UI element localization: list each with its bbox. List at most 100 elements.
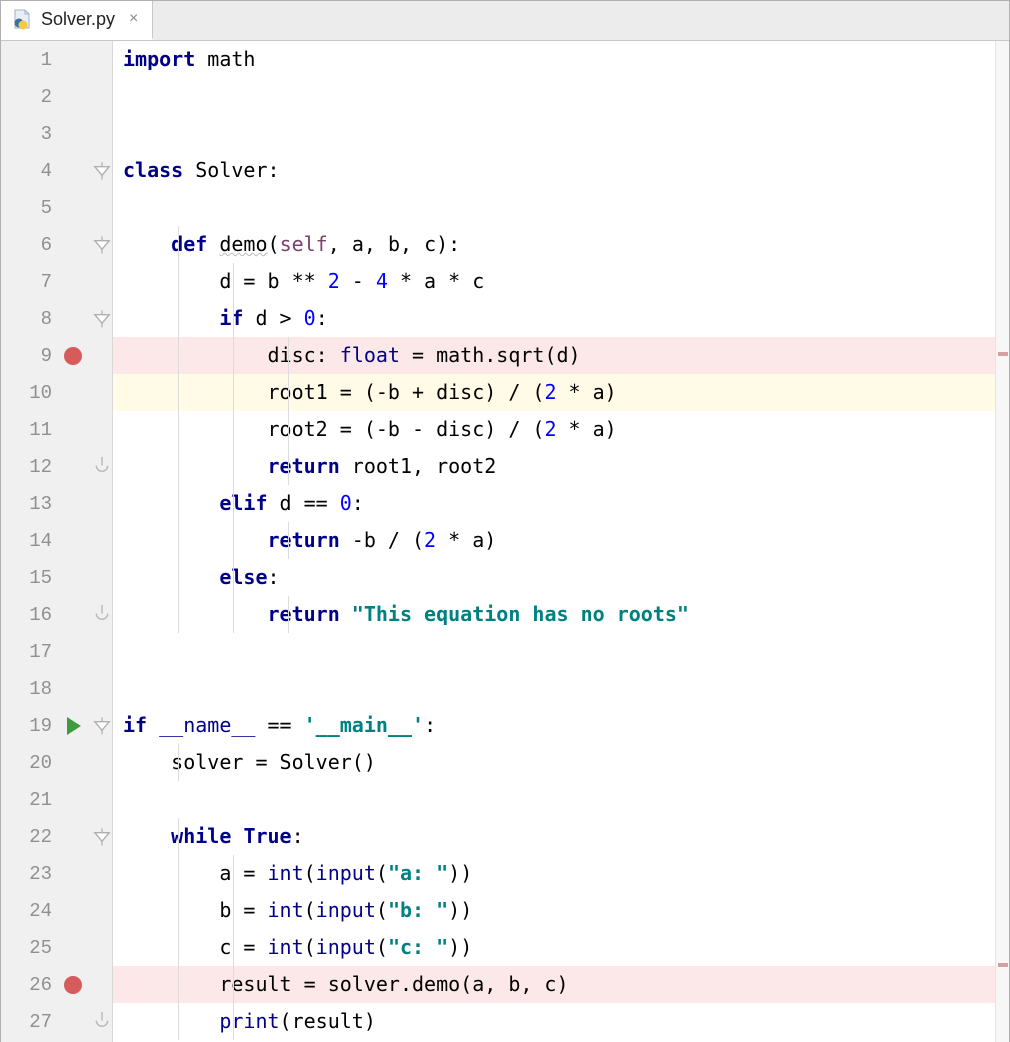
gutter-marker-slot[interactable] <box>54 707 92 744</box>
code-line[interactable]: root1 = (-b + disc) / (2 * a) <box>113 374 995 411</box>
editor-tab[interactable]: Solver.py × <box>1 1 153 40</box>
gutter-marker-slot[interactable] <box>54 263 92 300</box>
gutter-marker-slot[interactable] <box>54 152 92 189</box>
gutter[interactable]: 1234567891011121314151617181920212223242… <box>1 41 113 1042</box>
gutter-row[interactable]: 24 <box>1 892 112 929</box>
code-line[interactable] <box>113 189 995 226</box>
gutter-row[interactable]: 26 <box>1 966 112 1003</box>
fold-end-icon[interactable] <box>92 1003 112 1040</box>
code-line[interactable] <box>113 633 995 670</box>
gutter-row[interactable]: 19 <box>1 707 112 744</box>
code-line[interactable] <box>113 781 995 818</box>
gutter-marker-slot[interactable] <box>54 818 92 855</box>
gutter-row[interactable]: 17 <box>1 633 112 670</box>
fold-slot[interactable] <box>92 892 112 929</box>
fold-slot[interactable] <box>92 374 112 411</box>
gutter-marker-slot[interactable] <box>54 670 92 707</box>
code-line[interactable]: b = int(input("b: ")) <box>113 892 995 929</box>
code-line[interactable]: return -b / (2 * a) <box>113 522 995 559</box>
gutter-row[interactable]: 7 <box>1 263 112 300</box>
gutter-row[interactable]: 3 <box>1 115 112 152</box>
code-line[interactable]: root2 = (-b - disc) / (2 * a) <box>113 411 995 448</box>
gutter-row[interactable]: 18 <box>1 670 112 707</box>
code-line[interactable]: import math <box>113 41 995 78</box>
gutter-row[interactable]: 20 <box>1 744 112 781</box>
strip-mark[interactable] <box>998 963 1008 967</box>
gutter-row[interactable]: 13 <box>1 485 112 522</box>
code-line[interactable]: return "This equation has no roots" <box>113 596 995 633</box>
fold-slot[interactable] <box>92 411 112 448</box>
gutter-marker-slot[interactable] <box>54 78 92 115</box>
gutter-marker-slot[interactable] <box>54 781 92 818</box>
gutter-marker-slot[interactable] <box>54 300 92 337</box>
gutter-row[interactable]: 8 <box>1 300 112 337</box>
fold-toggle-icon[interactable] <box>92 226 112 263</box>
fold-slot[interactable] <box>92 966 112 1003</box>
gutter-row[interactable]: 6 <box>1 226 112 263</box>
gutter-row[interactable]: 12 <box>1 448 112 485</box>
gutter-marker-slot[interactable] <box>54 559 92 596</box>
gutter-row[interactable]: 27 <box>1 1003 112 1040</box>
code-line[interactable] <box>113 670 995 707</box>
fold-slot[interactable] <box>92 78 112 115</box>
gutter-marker-slot[interactable] <box>54 337 92 374</box>
gutter-marker-slot[interactable] <box>54 855 92 892</box>
code-line[interactable]: d = b ** 2 - 4 * a * c <box>113 263 995 300</box>
gutter-marker-slot[interactable] <box>54 929 92 966</box>
fold-slot[interactable] <box>92 337 112 374</box>
gutter-marker-slot[interactable] <box>54 892 92 929</box>
gutter-marker-slot[interactable] <box>54 596 92 633</box>
fold-slot[interactable] <box>92 263 112 300</box>
fold-slot[interactable] <box>92 670 112 707</box>
code-line[interactable]: elif d == 0: <box>113 485 995 522</box>
gutter-row[interactable]: 15 <box>1 559 112 596</box>
breakpoint-icon[interactable] <box>64 976 82 994</box>
fold-slot[interactable] <box>92 522 112 559</box>
fold-end-icon[interactable] <box>92 596 112 633</box>
gutter-row[interactable]: 23 <box>1 855 112 892</box>
code-line[interactable]: while True: <box>113 818 995 855</box>
code-line[interactable]: return root1, root2 <box>113 448 995 485</box>
gutter-marker-slot[interactable] <box>54 633 92 670</box>
fold-slot[interactable] <box>92 41 112 78</box>
gutter-marker-slot[interactable] <box>54 41 92 78</box>
gutter-marker-slot[interactable] <box>54 522 92 559</box>
gutter-row[interactable]: 9 <box>1 337 112 374</box>
fold-end-icon[interactable] <box>92 448 112 485</box>
breakpoint-icon[interactable] <box>64 347 82 365</box>
fold-toggle-icon[interactable] <box>92 300 112 337</box>
gutter-row[interactable]: 22 <box>1 818 112 855</box>
gutter-marker-slot[interactable] <box>54 966 92 1003</box>
code-line[interactable]: disc: float = math.sqrt(d) <box>113 337 995 374</box>
close-tab-icon[interactable]: × <box>127 11 140 27</box>
strip-mark[interactable] <box>998 352 1008 356</box>
code-line[interactable]: if __name__ == '__main__': <box>113 707 995 744</box>
fold-toggle-icon[interactable] <box>92 707 112 744</box>
fold-toggle-icon[interactable] <box>92 818 112 855</box>
fold-slot[interactable] <box>92 115 112 152</box>
gutter-marker-slot[interactable] <box>54 1003 92 1040</box>
fold-slot[interactable] <box>92 189 112 226</box>
gutter-row[interactable]: 2 <box>1 78 112 115</box>
gutter-row[interactable]: 21 <box>1 781 112 818</box>
code-line[interactable]: print(result) <box>113 1003 995 1040</box>
fold-slot[interactable] <box>92 929 112 966</box>
fold-toggle-icon[interactable] <box>92 152 112 189</box>
code-line[interactable]: c = int(input("c: ")) <box>113 929 995 966</box>
gutter-marker-slot[interactable] <box>54 115 92 152</box>
gutter-row[interactable]: 4 <box>1 152 112 189</box>
gutter-marker-slot[interactable] <box>54 744 92 781</box>
gutter-marker-slot[interactable] <box>54 374 92 411</box>
fold-slot[interactable] <box>92 485 112 522</box>
gutter-marker-slot[interactable] <box>54 485 92 522</box>
gutter-marker-slot[interactable] <box>54 189 92 226</box>
code-line[interactable]: solver = Solver() <box>113 744 995 781</box>
code-line[interactable]: class Solver: <box>113 152 995 189</box>
gutter-marker-slot[interactable] <box>54 448 92 485</box>
gutter-row[interactable]: 1 <box>1 41 112 78</box>
code-line[interactable]: a = int(input("a: ")) <box>113 855 995 892</box>
code-line[interactable]: if d > 0: <box>113 300 995 337</box>
fold-slot[interactable] <box>92 855 112 892</box>
gutter-row[interactable]: 14 <box>1 522 112 559</box>
code-line[interactable]: result = solver.demo(a, b, c) <box>113 966 995 1003</box>
